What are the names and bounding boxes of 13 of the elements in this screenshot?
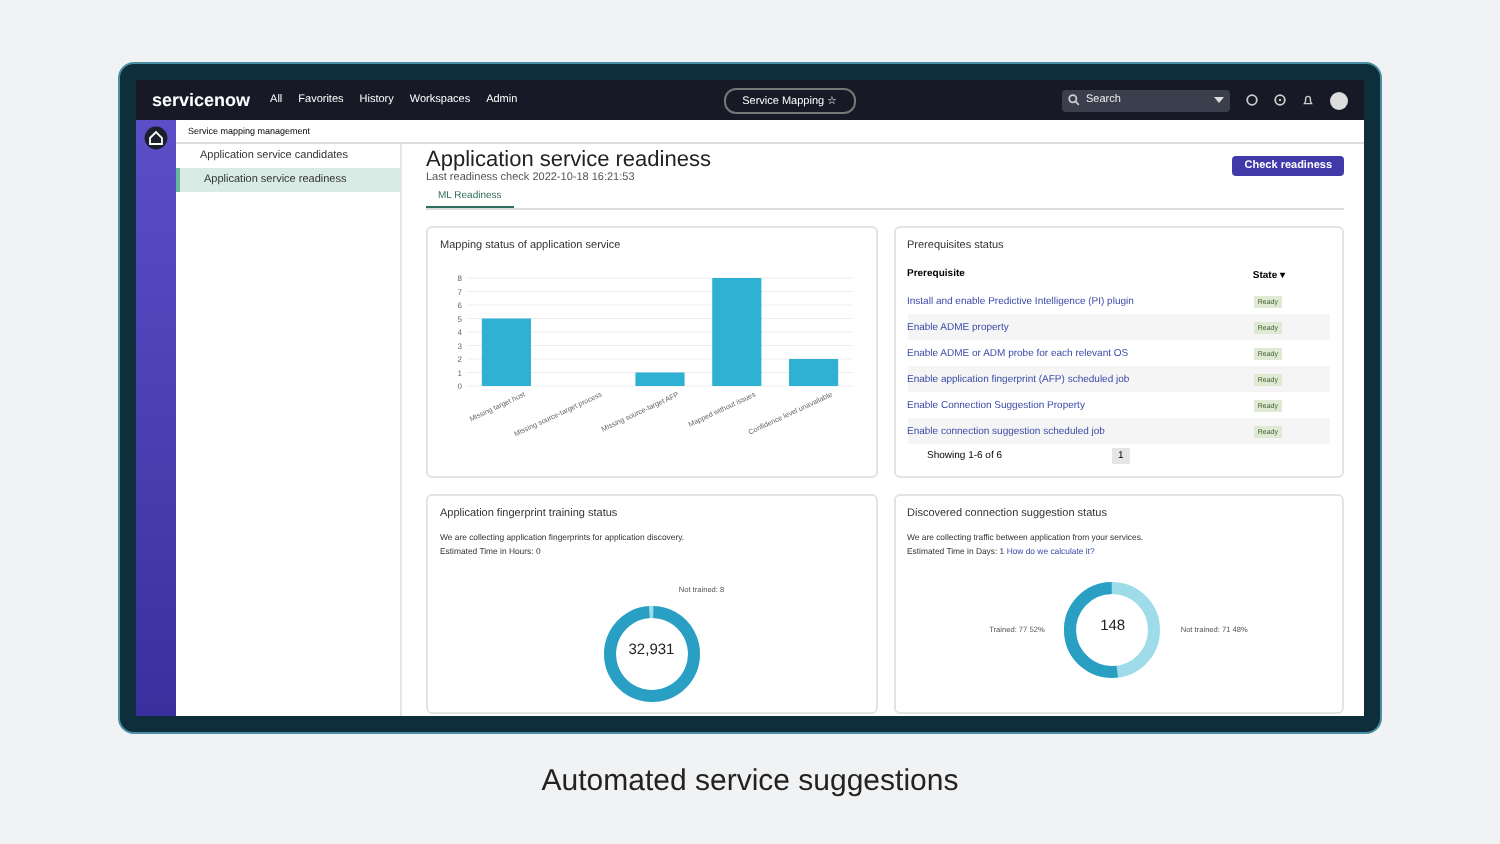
bar (789, 359, 839, 386)
bar (481, 318, 531, 386)
search-icon (1068, 94, 1081, 106)
globe-icon[interactable] (1246, 94, 1259, 106)
bell-icon[interactable] (1302, 94, 1315, 106)
logo[interactable]: servicenow (152, 90, 251, 110)
help-icon[interactable] (1274, 94, 1287, 106)
caption: Automated service suggestions (541, 764, 959, 798)
caret-icon[interactable] (1214, 96, 1225, 104)
bar (712, 278, 762, 386)
home-icon[interactable] (144, 126, 168, 150)
page-title: Application service readiness (426, 148, 711, 172)
avatar[interactable] (1330, 91, 1349, 109)
